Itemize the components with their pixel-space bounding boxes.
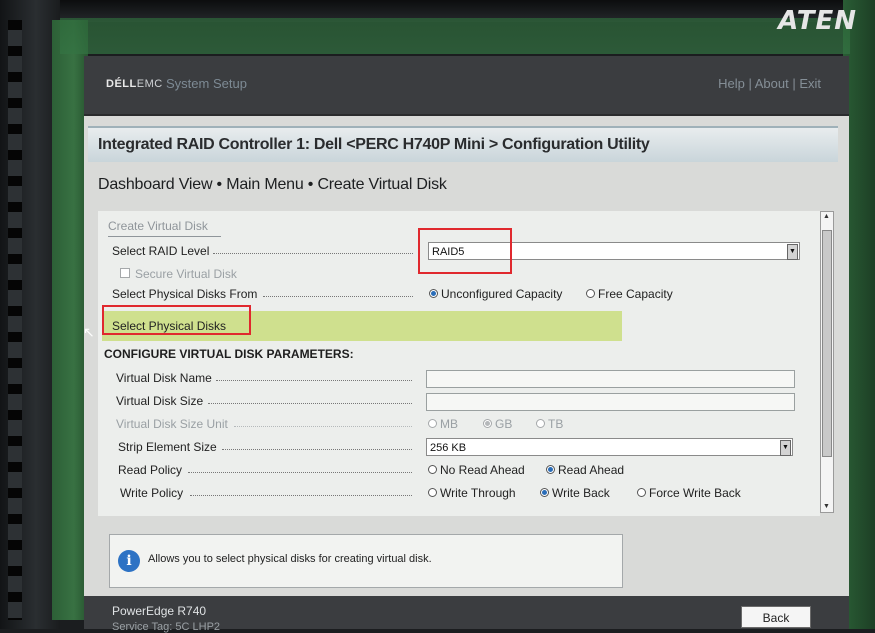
radio-selected-icon — [483, 419, 492, 428]
params-heading: CONFIGURE VIRTUAL DISK PARAMETERS: — [104, 347, 354, 361]
help-panel: i Allows you to select physical disks fo… — [109, 534, 623, 588]
page-title-bar: Integrated RAID Controller 1: Dell <PERC… — [88, 126, 838, 162]
raid-level-label: Select RAID Level — [112, 244, 210, 258]
green-tape-left — [52, 20, 88, 620]
aten-logo: ATEN — [778, 6, 857, 36]
radio-empty-icon — [586, 289, 595, 298]
radio-no-read-ahead[interactable]: No Read Ahead — [428, 463, 525, 477]
radio-read-ahead[interactable]: Read Ahead — [546, 463, 624, 477]
radio-unconfigured-capacity[interactable]: Unconfigured Capacity — [429, 287, 562, 301]
vd-size-input[interactable] — [426, 393, 795, 411]
vd-name-label: Virtual Disk Name — [116, 371, 212, 385]
page-title: Integrated RAID Controller 1: Dell <PERC… — [98, 136, 650, 153]
secure-vd-checkbox[interactable] — [120, 268, 130, 278]
footer-bar: PowerEdge R740 Service Tag: 5C LHP2 Back — [84, 596, 849, 633]
header-links: Help | About | Exit — [718, 76, 821, 91]
annotation-box-raid-level — [418, 228, 512, 274]
monitor-bezel-left — [0, 0, 60, 629]
dotted-leader — [213, 253, 413, 254]
vd-name-row: Virtual Disk Name — [98, 368, 818, 388]
radio-unit-tb[interactable]: TB — [536, 417, 563, 431]
dotted-leader — [263, 296, 413, 297]
vd-size-unit-row: Virtual Disk Size Unit MB GB TB — [98, 414, 818, 434]
read-policy-row: Read Policy No Read Ahead Read Ahead — [98, 460, 818, 480]
system-model: PowerEdge R740 — [112, 604, 207, 618]
radio-empty-icon — [536, 419, 545, 428]
dotted-leader — [234, 426, 412, 427]
scrollbar-thumb[interactable] — [822, 230, 832, 457]
vd-name-input[interactable] — [426, 370, 795, 388]
radio-unit-mb[interactable]: MB — [428, 417, 458, 431]
dotted-leader — [222, 449, 412, 450]
mouse-cursor-icon: ↖ — [83, 324, 95, 340]
annotation-box-select-physical-disks — [102, 305, 251, 335]
radio-empty-icon — [428, 419, 437, 428]
vd-size-label: Virtual Disk Size — [116, 394, 204, 408]
scroll-down-icon[interactable]: ▼ — [822, 502, 831, 512]
read-policy-label: Read Policy — [118, 463, 183, 477]
physical-disks-from-label: Select Physical Disks From — [112, 287, 258, 301]
help-text: Allows you to select physical disks for … — [148, 553, 432, 565]
strip-size-select[interactable]: 256 KB ▼ — [426, 438, 793, 456]
radio-empty-icon — [637, 488, 646, 497]
strip-size-row: Strip Element Size 256 KB ▼ — [98, 437, 818, 457]
radio-selected-icon — [546, 465, 555, 474]
radio-selected-icon — [429, 289, 438, 298]
rack-holes — [8, 20, 22, 620]
chevron-down-icon[interactable]: ▼ — [787, 244, 798, 260]
radio-selected-icon — [540, 488, 549, 497]
secure-vd-label: Secure Virtual Disk — [120, 267, 237, 281]
write-policy-row: Write Policy Write Through Write Back Fo… — [98, 483, 818, 503]
radio-write-back[interactable]: Write Back — [540, 486, 610, 500]
green-tape-top — [60, 18, 850, 54]
physical-disks-from-row: Select Physical Disks From Unconfigured … — [98, 284, 818, 304]
scroll-up-icon[interactable]: ▲ — [822, 212, 831, 222]
header-bar: DÉLLEMC System Setup Help | About | Exit — [84, 56, 849, 116]
radio-free-capacity[interactable]: Free Capacity — [586, 287, 673, 301]
strip-size-value: 256 KB — [430, 442, 467, 454]
radio-empty-icon — [428, 488, 437, 497]
chevron-down-icon[interactable]: ▼ — [780, 440, 791, 456]
section-tab-underline — [108, 236, 221, 237]
back-button[interactable]: Back — [741, 606, 811, 628]
about-link[interactable]: About — [755, 76, 789, 91]
radio-empty-icon — [428, 465, 437, 474]
dell-emc-logo: DÉLLEMC — [106, 78, 163, 90]
vd-size-row: Virtual Disk Size — [98, 391, 818, 411]
dotted-leader — [188, 472, 412, 473]
write-policy-label: Write Policy — [120, 486, 184, 500]
radio-write-through[interactable]: Write Through — [428, 486, 516, 500]
info-icon: i — [118, 550, 140, 572]
vd-size-unit-label: Virtual Disk Size Unit — [116, 417, 228, 431]
help-link[interactable]: Help — [718, 76, 745, 91]
app-title: System Setup — [166, 76, 247, 91]
form-scrollbar[interactable]: ▲ ▼ — [820, 211, 834, 513]
radio-force-write-back[interactable]: Force Write Back — [637, 486, 741, 500]
dotted-leader — [190, 495, 412, 496]
bios-screen: DÉLLEMC System Setup Help | About | Exit… — [84, 56, 849, 633]
dotted-leader — [208, 403, 412, 404]
section-tab-create-virtual-disk[interactable]: Create Virtual Disk — [108, 219, 208, 233]
service-tag: Service Tag: 5C LHP2 — [112, 621, 221, 633]
dotted-leader — [216, 380, 412, 381]
exit-link[interactable]: Exit — [799, 76, 821, 91]
breadcrumb: Dashboard View • Main Menu • Create Virt… — [98, 176, 447, 193]
strip-size-label: Strip Element Size — [118, 440, 217, 454]
radio-unit-gb[interactable]: GB — [483, 417, 512, 431]
